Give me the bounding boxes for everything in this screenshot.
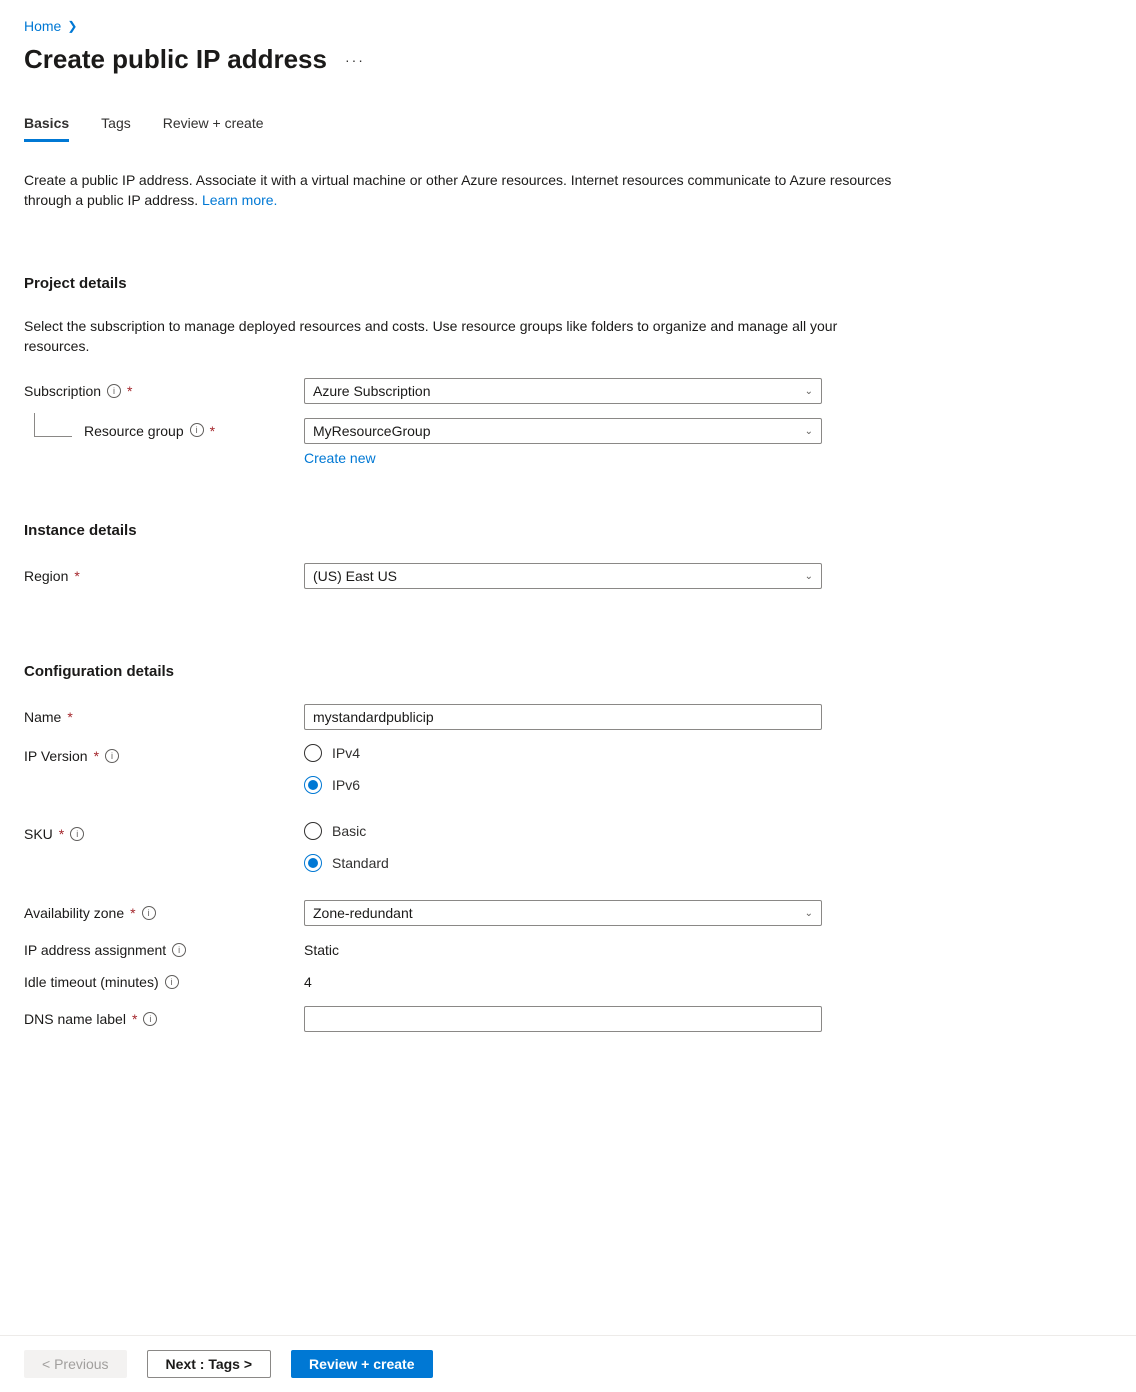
required-indicator: * xyxy=(132,1011,137,1027)
page-title: Create public IP address xyxy=(24,44,327,75)
info-icon[interactable]: i xyxy=(172,943,186,957)
info-icon[interactable]: i xyxy=(107,384,121,398)
sku-label: SKU xyxy=(24,826,53,842)
ip-assignment-label: IP address assignment xyxy=(24,942,166,958)
required-indicator: * xyxy=(130,905,135,921)
info-icon[interactable]: i xyxy=(190,423,204,437)
region-label: Region xyxy=(24,568,68,584)
config-details-heading: Configuration details xyxy=(24,663,1112,680)
ipv4-radio-label: IPv4 xyxy=(332,745,360,761)
learn-more-link[interactable]: Learn more. xyxy=(202,192,277,208)
dns-name-input[interactable] xyxy=(304,1006,822,1032)
name-input[interactable] xyxy=(304,704,822,730)
create-new-rg-link[interactable]: Create new xyxy=(304,450,376,466)
more-actions-icon[interactable]: ··· xyxy=(345,52,365,68)
tabs: Basics Tags Review + create xyxy=(24,115,1112,142)
info-icon[interactable]: i xyxy=(143,1012,157,1026)
tab-review[interactable]: Review + create xyxy=(163,115,264,142)
project-details-heading: Project details xyxy=(24,275,1112,292)
ipv6-radio[interactable]: IPv6 xyxy=(304,776,822,794)
intro-text: Create a public IP address. Associate it… xyxy=(24,170,904,211)
info-icon[interactable]: i xyxy=(165,975,179,989)
idle-timeout-label: Idle timeout (minutes) xyxy=(24,974,159,990)
ipv4-radio[interactable]: IPv4 xyxy=(304,744,822,762)
project-details-desc: Select the subscription to manage deploy… xyxy=(24,316,904,357)
resource-group-dropdown[interactable]: MyResourceGroup ⌄ xyxy=(304,418,822,444)
chevron-down-icon: ⌄ xyxy=(805,386,813,397)
tree-connector-icon xyxy=(34,413,72,437)
resource-group-label: Resource group xyxy=(84,423,184,439)
previous-button: < Previous xyxy=(24,1350,127,1378)
availability-zone-dropdown[interactable]: Zone-redundant ⌄ xyxy=(304,900,822,926)
sku-basic-radio[interactable]: Basic xyxy=(304,822,822,840)
availability-zone-label: Availability zone xyxy=(24,905,124,921)
required-indicator: * xyxy=(94,748,99,764)
ip-version-label: IP Version xyxy=(24,748,88,764)
required-indicator: * xyxy=(59,826,64,842)
footer-bar: < Previous Next : Tags > Review + create xyxy=(0,1335,1136,1392)
tab-tags[interactable]: Tags xyxy=(101,115,131,142)
breadcrumb-home[interactable]: Home xyxy=(24,18,61,34)
dns-name-label: DNS name label xyxy=(24,1011,126,1027)
chevron-down-icon: ⌄ xyxy=(805,571,813,582)
idle-timeout-value: 4 xyxy=(304,974,312,990)
name-label: Name xyxy=(24,709,61,725)
next-tags-button[interactable]: Next : Tags > xyxy=(147,1350,272,1378)
info-icon[interactable]: i xyxy=(105,749,119,763)
chevron-down-icon: ⌄ xyxy=(805,908,813,919)
sku-standard-label: Standard xyxy=(332,855,389,871)
info-icon[interactable]: i xyxy=(142,906,156,920)
info-icon[interactable]: i xyxy=(70,827,84,841)
breadcrumb: Home ❯ xyxy=(24,18,1112,34)
required-indicator: * xyxy=(74,568,79,584)
sku-basic-label: Basic xyxy=(332,823,366,839)
ipv6-radio-label: IPv6 xyxy=(332,777,360,793)
required-indicator: * xyxy=(67,709,72,725)
ip-assignment-value: Static xyxy=(304,942,339,958)
chevron-down-icon: ⌄ xyxy=(805,426,813,437)
subscription-dropdown[interactable]: Azure Subscription ⌄ xyxy=(304,378,822,404)
subscription-label: Subscription xyxy=(24,383,101,399)
tab-basics[interactable]: Basics xyxy=(24,115,69,142)
required-indicator: * xyxy=(127,383,132,399)
region-dropdown[interactable]: (US) East US ⌄ xyxy=(304,563,822,589)
instance-details-heading: Instance details xyxy=(24,522,1112,539)
chevron-right-icon: ❯ xyxy=(67,19,77,33)
sku-standard-radio[interactable]: Standard xyxy=(304,854,822,872)
review-create-button[interactable]: Review + create xyxy=(291,1350,432,1378)
required-indicator: * xyxy=(210,423,215,439)
